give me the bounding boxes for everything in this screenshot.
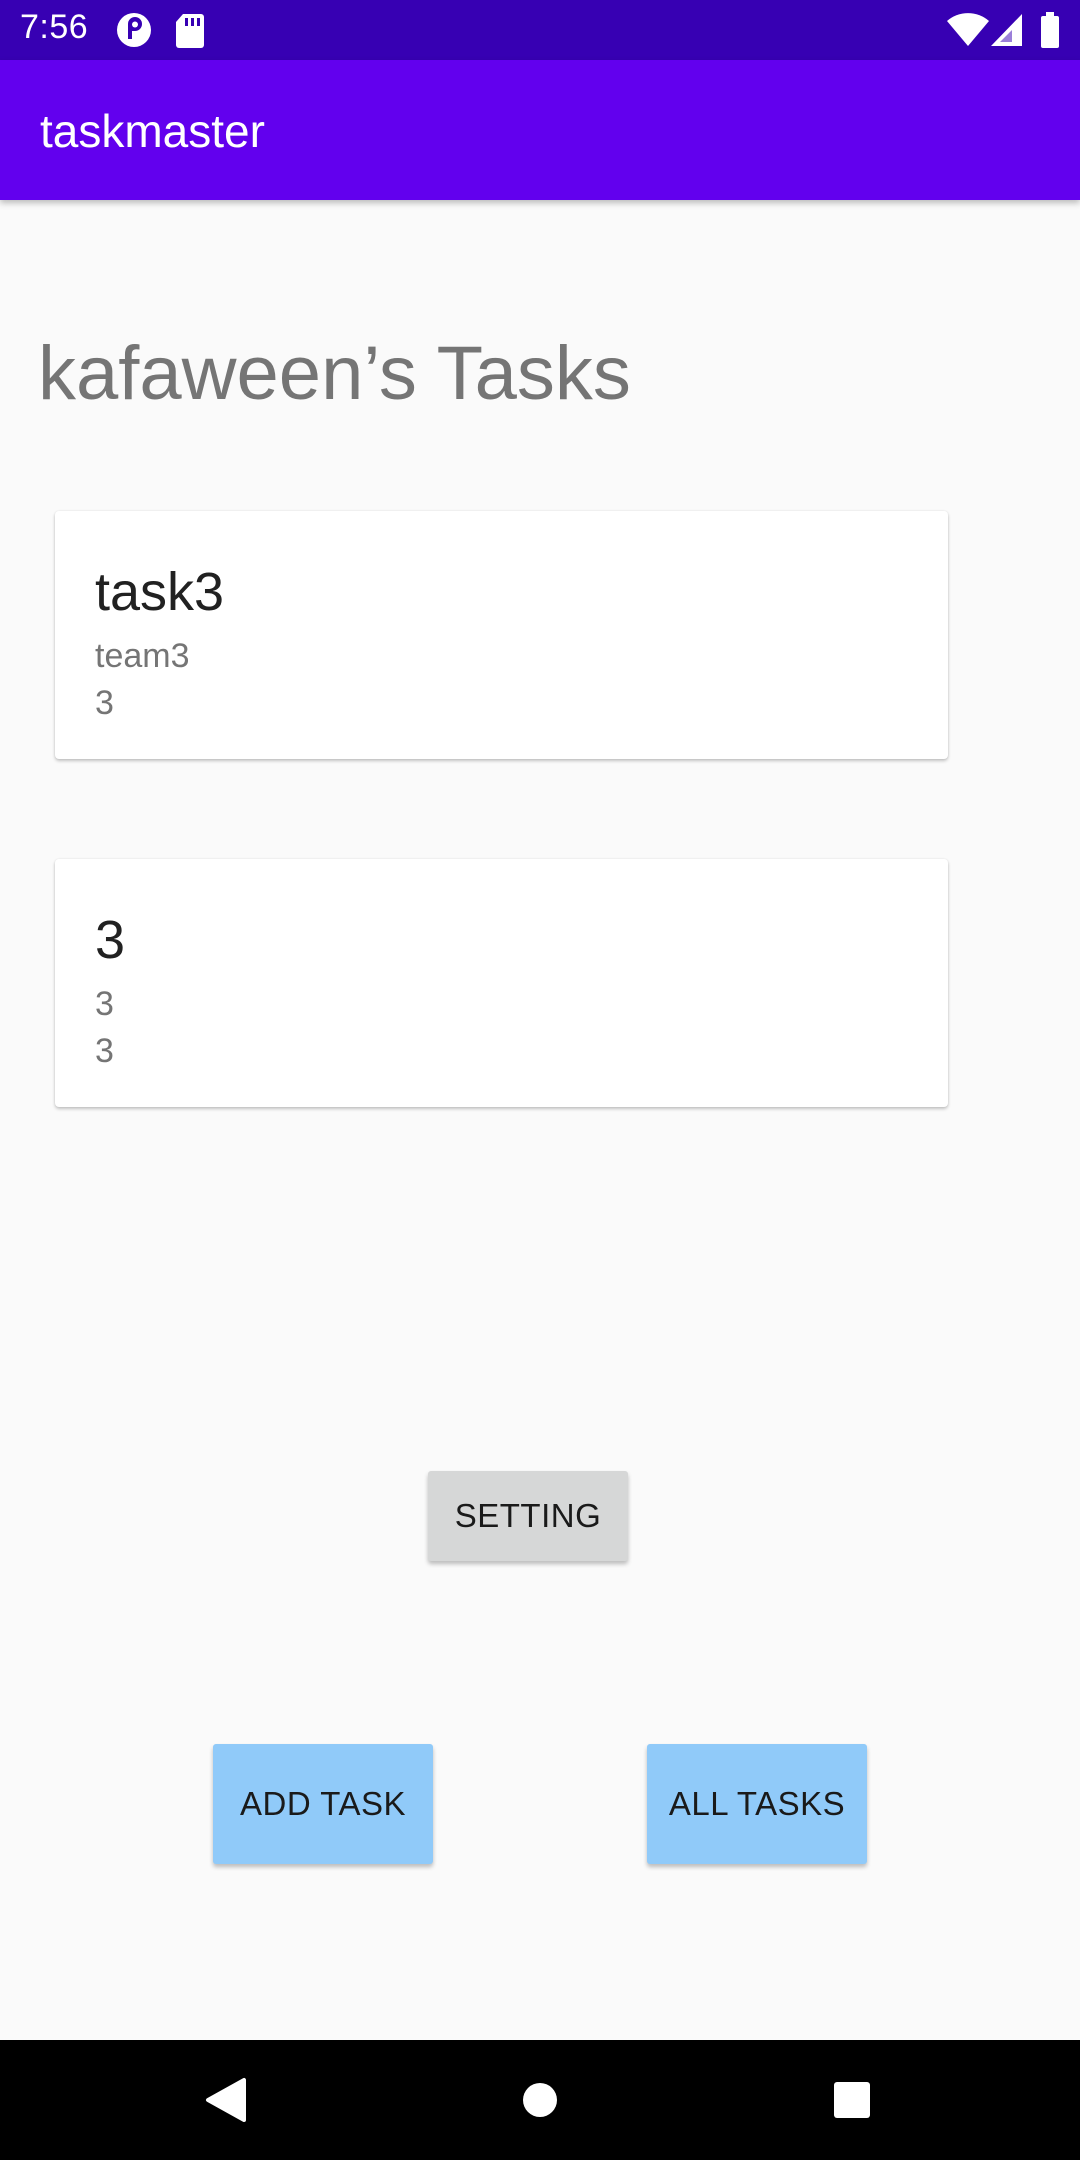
add-task-button[interactable]: ADD TASK: [213, 1744, 433, 1864]
task-title: task3: [95, 562, 225, 622]
app-title: taskmaster: [40, 105, 265, 157]
status-bar: 7:56: [0, 0, 1080, 60]
all-tasks-button[interactable]: ALL TASKS: [647, 1744, 867, 1864]
page-title: kafaween’s Tasks: [38, 331, 631, 416]
task-detail: 3: [95, 684, 114, 722]
screen: 7:56 taskmaster kafaween’s Tasks task3 t…: [0, 0, 1080, 2160]
setting-button[interactable]: SETTING: [428, 1471, 628, 1561]
task-team: 3: [95, 985, 114, 1023]
signal-icon: [990, 12, 1024, 53]
recents-icon: [834, 2082, 870, 2118]
home-button[interactable]: [480, 2040, 600, 2160]
sd-card-icon: [175, 12, 205, 53]
task-card[interactable]: 3 3 3: [55, 859, 948, 1107]
status-time: 7:56: [20, 8, 89, 46]
back-icon: [206, 2078, 246, 2122]
task-title: 3: [95, 910, 126, 970]
back-button[interactable]: [166, 2040, 286, 2160]
task-detail: 3: [95, 1032, 114, 1070]
battery-icon: [1040, 12, 1060, 53]
task-card[interactable]: task3 team3 3: [55, 511, 948, 759]
home-icon: [523, 2083, 557, 2117]
pocket-casts-icon: [116, 12, 152, 53]
app-bar: taskmaster: [0, 60, 1080, 200]
wifi-icon: [946, 12, 990, 53]
navigation-bar: [0, 2040, 1080, 2160]
recents-button[interactable]: [792, 2040, 912, 2160]
task-team: team3: [95, 637, 190, 675]
